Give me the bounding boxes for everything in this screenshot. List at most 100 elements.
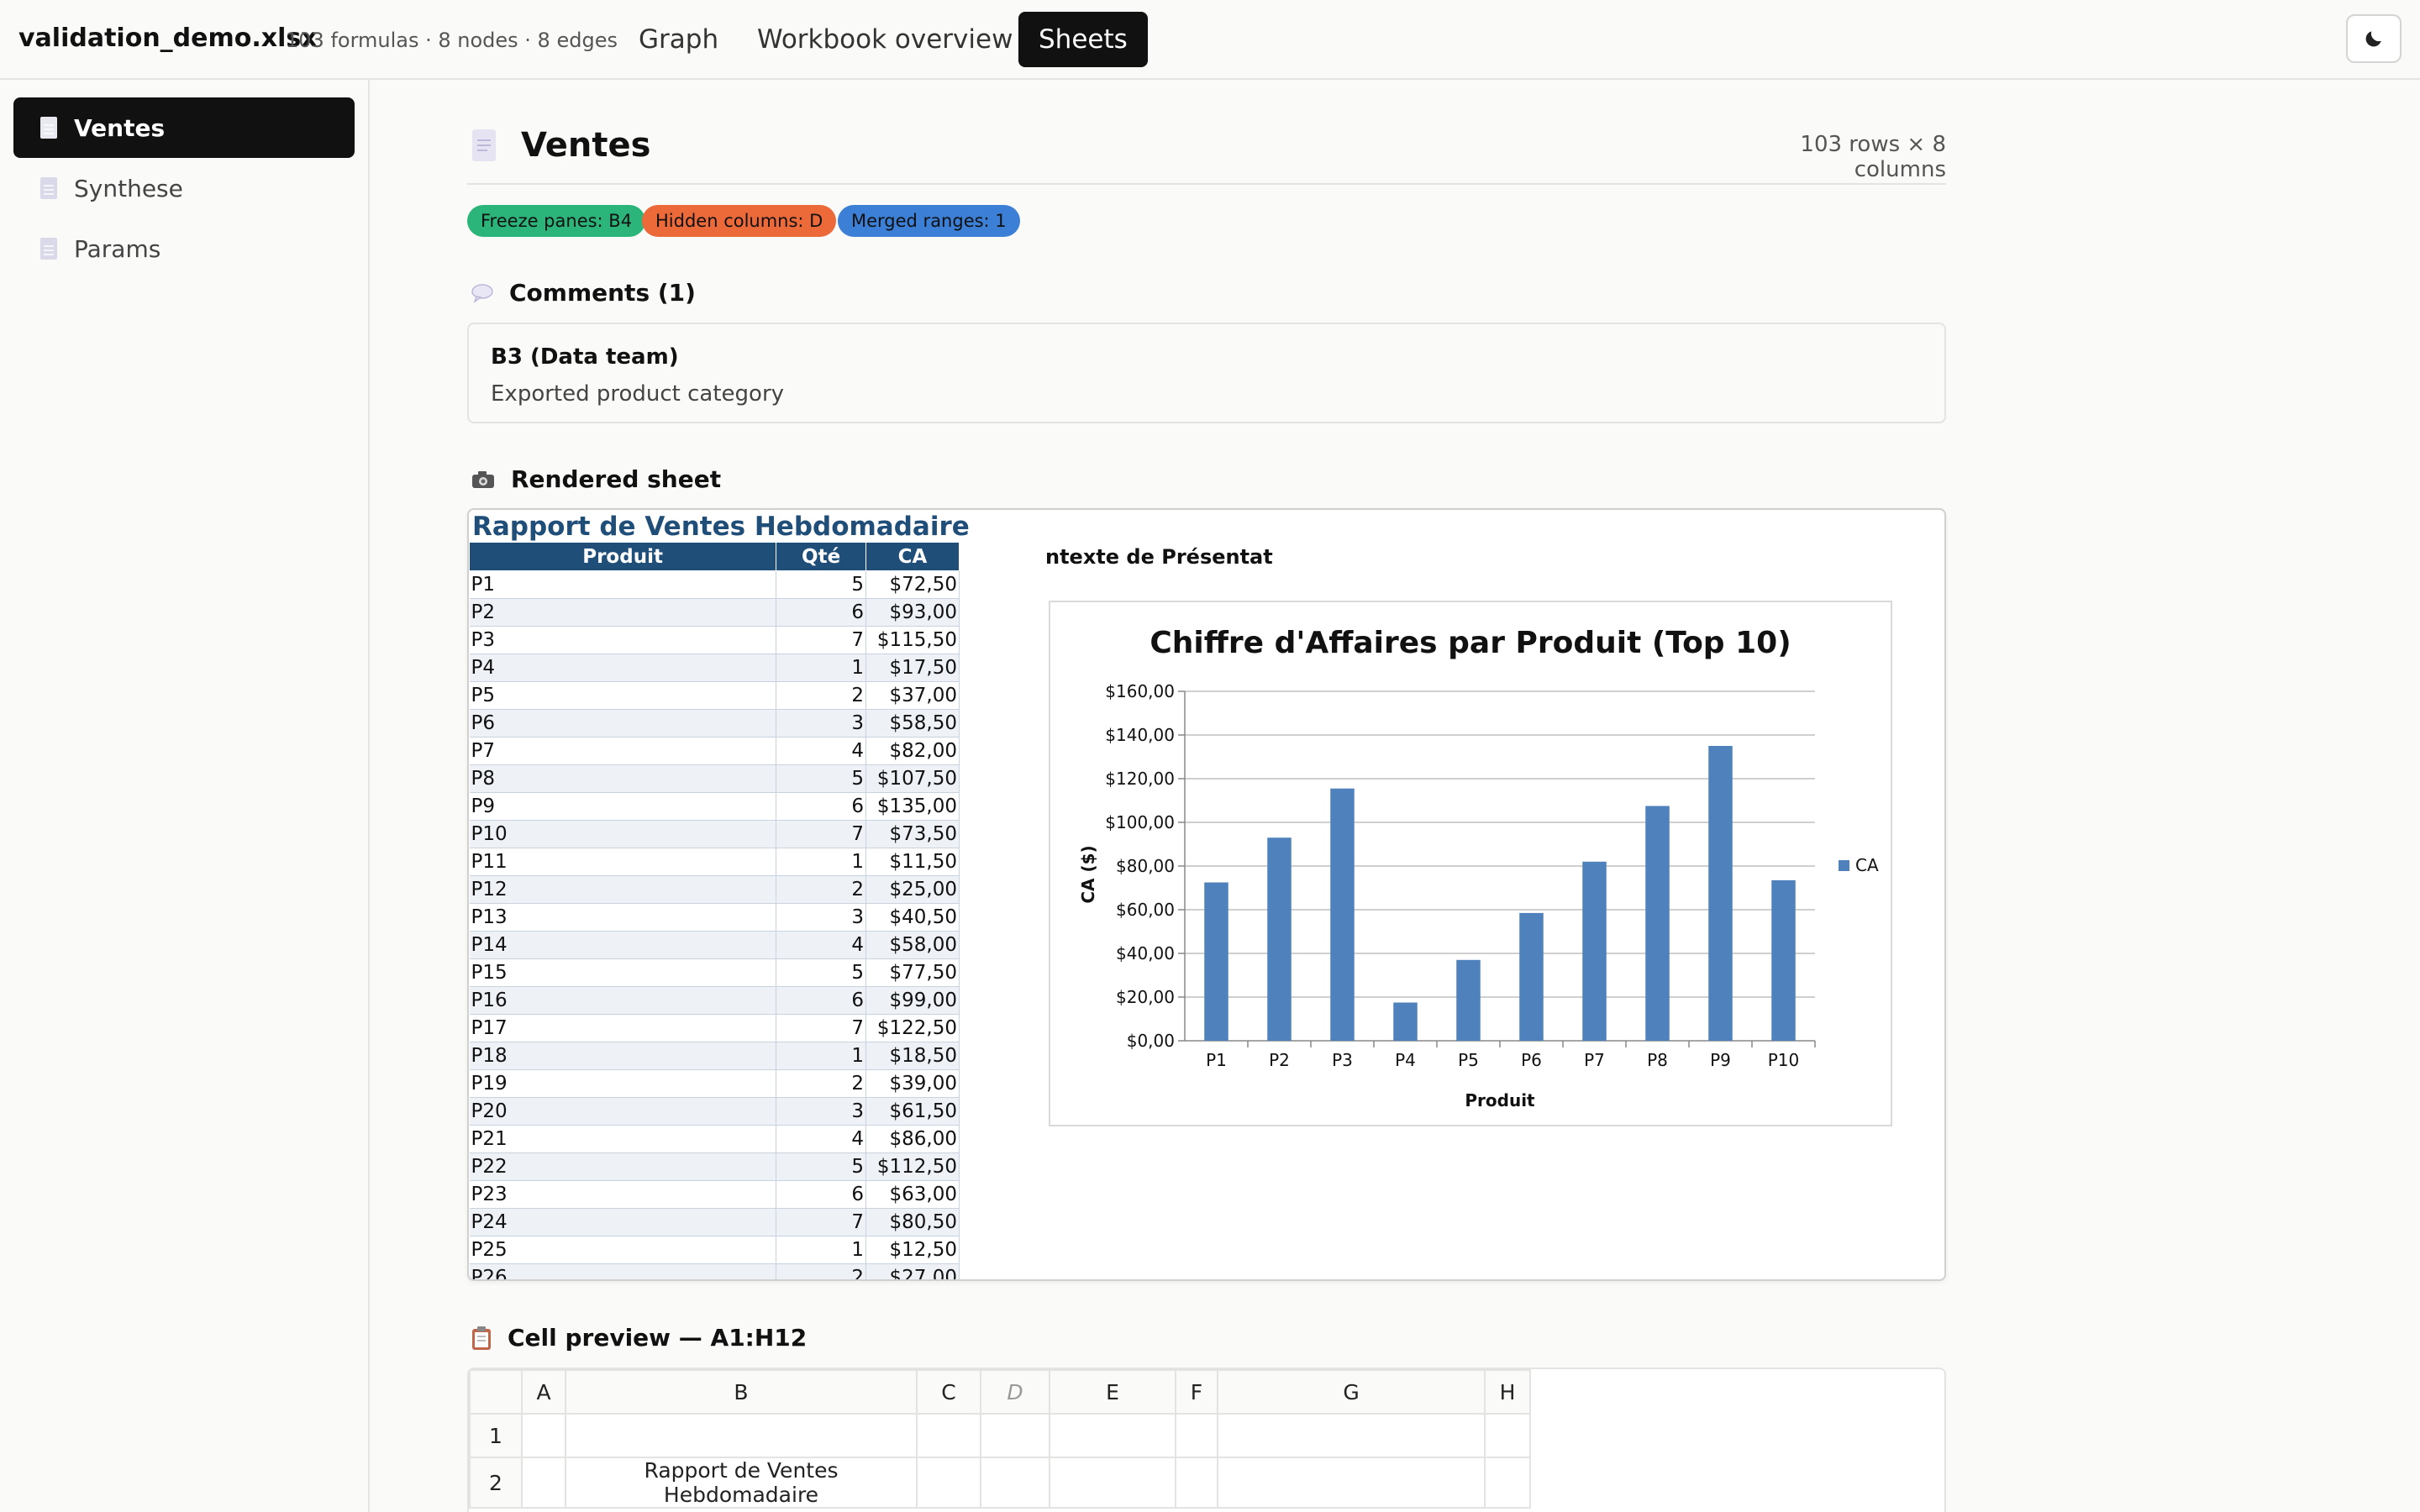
speech-bubble-icon — [471, 283, 493, 303]
product-cell: P14 — [469, 931, 777, 959]
revenue-cell: $17,50 — [865, 654, 960, 682]
grid-cell[interactable] — [565, 1413, 918, 1458]
x-tick-label: P10 — [1768, 1050, 1800, 1070]
table-row: P17 7 $122,50 — [469, 1014, 960, 1042]
table-row: P7 4 $82,00 — [469, 737, 960, 765]
quantity-cell: 2 — [776, 875, 867, 904]
y-tick-label: $60,00 — [1116, 900, 1175, 920]
grid-cell[interactable] — [521, 1413, 566, 1458]
revenue-cell: $77,50 — [865, 958, 960, 987]
quantity-cell: 5 — [776, 570, 867, 599]
document-icon — [40, 238, 57, 260]
product-cell: P13 — [469, 903, 777, 932]
revenue-cell: $58,50 — [865, 709, 960, 738]
product-cell: P8 — [469, 764, 777, 793]
revenue-cell: $99,00 — [865, 986, 960, 1015]
theme-toggle-button[interactable] — [2346, 14, 2402, 63]
grid-cell[interactable] — [1484, 1457, 1531, 1509]
legend-swatch — [1839, 860, 1849, 871]
quantity-cell: 7 — [776, 1208, 867, 1236]
grid-cell[interactable]: Rapport de Ventes Hebdomadaire — [565, 1457, 918, 1509]
table-row: P24 7 $80,50 — [469, 1208, 960, 1236]
tab-workbook-overview[interactable]: Workbook overview — [737, 12, 1033, 67]
clipboard-icon — [472, 1326, 491, 1350]
bar — [1393, 1002, 1418, 1041]
grid-cell[interactable] — [980, 1457, 1050, 1509]
revenue-cell: $37,00 — [865, 681, 960, 710]
product-cell: P12 — [469, 875, 777, 904]
product-cell: P16 — [469, 986, 777, 1015]
column-header[interactable]: A — [521, 1369, 566, 1415]
grid-cell[interactable] — [1175, 1413, 1218, 1458]
column-header[interactable]: B — [565, 1369, 918, 1415]
y-axis-label: CA ($) — [1078, 845, 1098, 903]
document-icon — [472, 129, 496, 161]
chart-frame: Chiffre d'Affaires par Produit (Top 10) $… — [1049, 601, 1892, 1126]
comment-cell-ref: B3 (Data team) — [491, 344, 679, 370]
workbook-filename: validation_demo.xlsx — [18, 24, 318, 53]
tab-sheets[interactable]: Sheets — [1018, 12, 1148, 67]
grid-cell[interactable] — [916, 1413, 981, 1458]
divider — [467, 183, 1946, 185]
column-header[interactable]: F — [1175, 1369, 1218, 1415]
top-bar: validation_demo.xlsx 103 formulas · 8 no… — [0, 0, 2420, 80]
row-header[interactable]: 1 — [469, 1413, 523, 1458]
revenue-cell: $61,50 — [865, 1097, 960, 1126]
product-cell: P3 — [469, 626, 777, 654]
quantity-cell: 4 — [776, 931, 867, 959]
product-cell: P18 — [469, 1042, 777, 1070]
column-header: CA — [865, 542, 960, 571]
grid-cell[interactable] — [1217, 1413, 1486, 1458]
product-cell: P6 — [469, 709, 777, 738]
sidebar-item-params[interactable]: Params — [13, 218, 355, 279]
y-tick-label: $120,00 — [1105, 769, 1175, 789]
quantity-cell: 7 — [776, 1014, 867, 1042]
product-cell: P7 — [469, 737, 777, 765]
y-tick-label: $0,00 — [1127, 1031, 1175, 1051]
x-tick-label: P5 — [1458, 1050, 1479, 1070]
table-row: P9 6 $135,00 — [469, 792, 960, 821]
grid-cell[interactable] — [916, 1457, 981, 1509]
column-header[interactable]: D — [980, 1369, 1050, 1415]
column-header[interactable]: H — [1484, 1369, 1531, 1415]
product-cell: P2 — [469, 598, 777, 627]
x-tick-label: P3 — [1332, 1050, 1353, 1070]
bar — [1204, 882, 1228, 1041]
revenue-cell: $82,00 — [865, 737, 960, 765]
row-header[interactable]: 2 — [469, 1457, 523, 1509]
table-row: P6 3 $58,50 — [469, 709, 960, 738]
sidebar-item-synthese[interactable]: Synthese — [13, 158, 355, 218]
table-row: P2 6 $93,00 — [469, 598, 960, 627]
table-row: P25 1 $12,50 — [469, 1236, 960, 1264]
sidebar-item-label: Ventes — [74, 113, 166, 142]
table-row: P10 7 $73,50 — [469, 820, 960, 848]
table-row: P14 4 $58,00 — [469, 931, 960, 959]
y-tick-label: $80,00 — [1116, 856, 1175, 876]
grid-cell[interactable] — [1217, 1457, 1486, 1509]
tab-graph[interactable]: Graph — [618, 12, 739, 67]
product-cell: P11 — [469, 848, 777, 876]
report-title: Rapport de Ventes Hebdomadaire — [472, 512, 970, 542]
revenue-cell: $72,50 — [865, 570, 960, 599]
grid-cell[interactable] — [1484, 1413, 1531, 1458]
sidebar-item-ventes[interactable]: Ventes — [13, 97, 355, 158]
rendered-sheet-image: Rapport de Ventes Hebdomadaire Produit Q… — [467, 508, 1946, 1281]
document-icon — [40, 117, 57, 139]
grid-cell[interactable] — [521, 1457, 566, 1509]
quantity-cell: 6 — [776, 986, 867, 1015]
column-header[interactable] — [469, 1369, 523, 1415]
grid-cell[interactable] — [980, 1413, 1050, 1458]
grid-cell[interactable] — [1049, 1413, 1176, 1458]
workbook-stats: 103 formulas · 8 nodes · 8 edges — [286, 29, 618, 52]
quantity-cell: 2 — [776, 1263, 867, 1279]
column-header-row: ABCDEFGH — [469, 1369, 1531, 1415]
grid-cell[interactable] — [1049, 1457, 1176, 1509]
column-header[interactable]: C — [916, 1369, 981, 1415]
revenue-cell: $80,50 — [865, 1208, 960, 1236]
y-tick-label: $100,00 — [1105, 812, 1175, 832]
sidebar-item-label: Synthese — [74, 174, 183, 202]
column-header[interactable]: G — [1217, 1369, 1486, 1415]
quantity-cell: 7 — [776, 626, 867, 654]
grid-cell[interactable] — [1175, 1457, 1218, 1509]
column-header[interactable]: E — [1049, 1369, 1176, 1415]
